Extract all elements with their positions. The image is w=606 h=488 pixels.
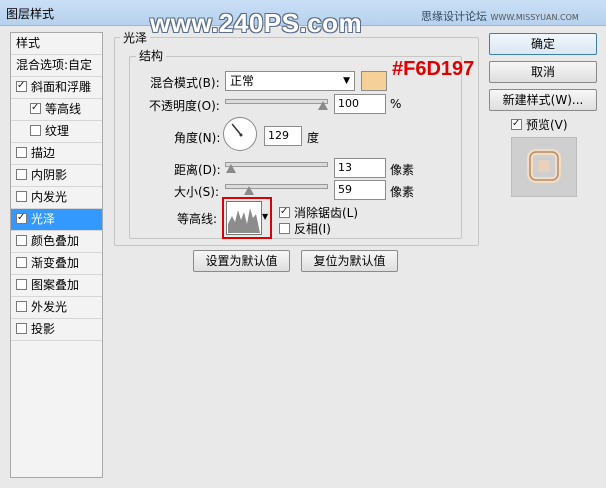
- color-overlay-checkbox[interactable]: [16, 235, 27, 246]
- opacity-unit: %: [390, 97, 402, 111]
- style-preview-thumbnail: [511, 137, 577, 197]
- style-list-header[interactable]: 样式: [11, 33, 102, 55]
- size-label: 大小(S):: [174, 185, 220, 199]
- distance-label: 距离(D):: [174, 163, 221, 177]
- angle-input[interactable]: 129: [264, 126, 302, 146]
- chevron-down-icon: ▼: [343, 76, 350, 86]
- preview-checkbox[interactable]: [511, 117, 522, 131]
- distance-unit: 像素: [390, 163, 415, 177]
- contour-picker[interactable]: [226, 201, 262, 235]
- opacity-input[interactable]: 100: [334, 94, 386, 114]
- contour-checkbox[interactable]: [30, 101, 41, 115]
- opacity-slider-track[interactable]: [225, 99, 328, 104]
- new-style-button[interactable]: 新建样式(W)...: [489, 89, 597, 111]
- style-item-stroke[interactable]: 描边: [11, 143, 102, 165]
- pattern-overlay-checkbox[interactable]: [16, 279, 27, 290]
- style-item-label: 图案叠加: [31, 278, 80, 292]
- opacity-label: 不透明度(O):: [149, 99, 220, 113]
- set-default-button[interactable]: 设置为默认值: [193, 250, 290, 272]
- style-item-outer-glow[interactable]: 外发光: [11, 297, 102, 319]
- style-item-color-overlay[interactable]: 颜色叠加: [11, 231, 102, 253]
- style-item-satin[interactable]: 光泽: [11, 209, 102, 231]
- satin-checkbox[interactable]: [16, 211, 27, 225]
- style-item-label: 渐变叠加: [31, 256, 80, 270]
- style-item-label: 内发光: [31, 190, 68, 204]
- style-item-contour[interactable]: 等高线: [11, 99, 102, 121]
- distance-slider-thumb[interactable]: [226, 164, 237, 173]
- blend-options-item[interactable]: 混合选项:自定: [11, 55, 102, 77]
- blend-mode-label: 混合模式(B):: [150, 76, 220, 90]
- watermark-240ps: www.240PS.com: [150, 8, 363, 38]
- preview-option[interactable]: 预览(V): [511, 116, 568, 133]
- invert-label: 反相(I): [294, 222, 331, 236]
- texture-checkbox[interactable]: [30, 125, 41, 136]
- style-item-label: 内阴影: [31, 168, 68, 182]
- style-item-label: 斜面和浮雕: [31, 80, 92, 94]
- preview-swatch-graphic: [527, 149, 561, 183]
- watermark-missyuan: 思缘设计论坛 WWW.MISSYUAN.COM: [421, 8, 579, 24]
- cancel-button[interactable]: 取消: [489, 61, 597, 83]
- opacity-slider-thumb[interactable]: [318, 101, 328, 110]
- anti-alias-option[interactable]: 消除锯齿(L): [279, 204, 358, 221]
- invert-option[interactable]: 反相(I): [279, 220, 331, 237]
- size-slider-track[interactable]: [225, 184, 328, 189]
- style-item-inner-glow[interactable]: 内发光: [11, 187, 102, 209]
- style-item-drop-shadow[interactable]: 投影: [11, 319, 102, 341]
- style-item-gradient-overlay[interactable]: 渐变叠加: [11, 253, 102, 275]
- style-item-inner-shadow[interactable]: 内阴影: [11, 165, 102, 187]
- angle-unit: 度: [307, 131, 320, 145]
- structure-group-title: 结构: [136, 47, 167, 64]
- bevel-emboss-checkbox[interactable]: [16, 79, 27, 93]
- contour-label: 等高线:: [177, 212, 218, 226]
- size-unit: 像素: [390, 185, 415, 199]
- stroke-checkbox[interactable]: [16, 147, 27, 158]
- style-item-label: 颜色叠加: [31, 234, 80, 248]
- blend-mode-value: 正常: [230, 74, 255, 88]
- distance-slider-track[interactable]: [225, 162, 328, 167]
- window-title: 图层样式: [6, 7, 55, 21]
- chevron-down-icon[interactable]: ▼: [262, 212, 268, 221]
- inner-shadow-checkbox[interactable]: [16, 169, 27, 180]
- angle-dial-needle: [231, 123, 243, 137]
- style-item-texture[interactable]: 纹理: [11, 121, 102, 143]
- style-item-bevel-emboss[interactable]: 斜面和浮雕: [11, 77, 102, 99]
- distance-input[interactable]: 13: [334, 158, 386, 178]
- satin-group-title: 光泽: [120, 29, 151, 46]
- gradient-overlay-checkbox[interactable]: [16, 257, 27, 268]
- style-item-label: 描边: [31, 146, 56, 160]
- angle-label: 角度(N):: [174, 131, 221, 145]
- angle-dial[interactable]: [223, 117, 257, 151]
- invert-checkbox[interactable]: [279, 223, 290, 234]
- color-annotation: #F6D197: [392, 58, 475, 80]
- ok-button[interactable]: 确定: [489, 33, 597, 55]
- reset-default-button[interactable]: 复位为默认值: [301, 250, 398, 272]
- inner-glow-checkbox[interactable]: [16, 191, 27, 202]
- drop-shadow-checkbox[interactable]: [16, 323, 27, 334]
- satin-color-swatch[interactable]: [361, 71, 387, 91]
- size-input[interactable]: 59: [334, 180, 386, 200]
- size-slider-thumb[interactable]: [243, 186, 254, 195]
- style-item-label: 纹理: [45, 124, 70, 138]
- contour-curve-icon: [228, 208, 260, 233]
- contour-highlight: ▼: [222, 197, 272, 239]
- blend-mode-select[interactable]: 正常 ▼: [225, 71, 355, 91]
- outer-glow-checkbox[interactable]: [16, 301, 27, 312]
- anti-alias-checkbox[interactable]: [279, 205, 290, 219]
- style-list: 样式 混合选项:自定 斜面和浮雕 等高线 纹理 描边 内阴影 内发光 光泽 颜色…: [10, 32, 103, 478]
- style-item-label: 光泽: [31, 212, 56, 226]
- watermark-side-text: 思缘设计论坛: [421, 10, 487, 23]
- anti-alias-label: 消除锯齿(L): [294, 206, 359, 220]
- style-item-label: 外发光: [31, 300, 68, 314]
- style-item-label: 等高线: [45, 102, 82, 116]
- style-item-pattern-overlay[interactable]: 图案叠加: [11, 275, 102, 297]
- watermark-side-small: WWW.MISSYUAN.COM: [490, 13, 579, 22]
- preview-label: 预览(V): [526, 118, 568, 132]
- style-item-label: 投影: [31, 322, 56, 336]
